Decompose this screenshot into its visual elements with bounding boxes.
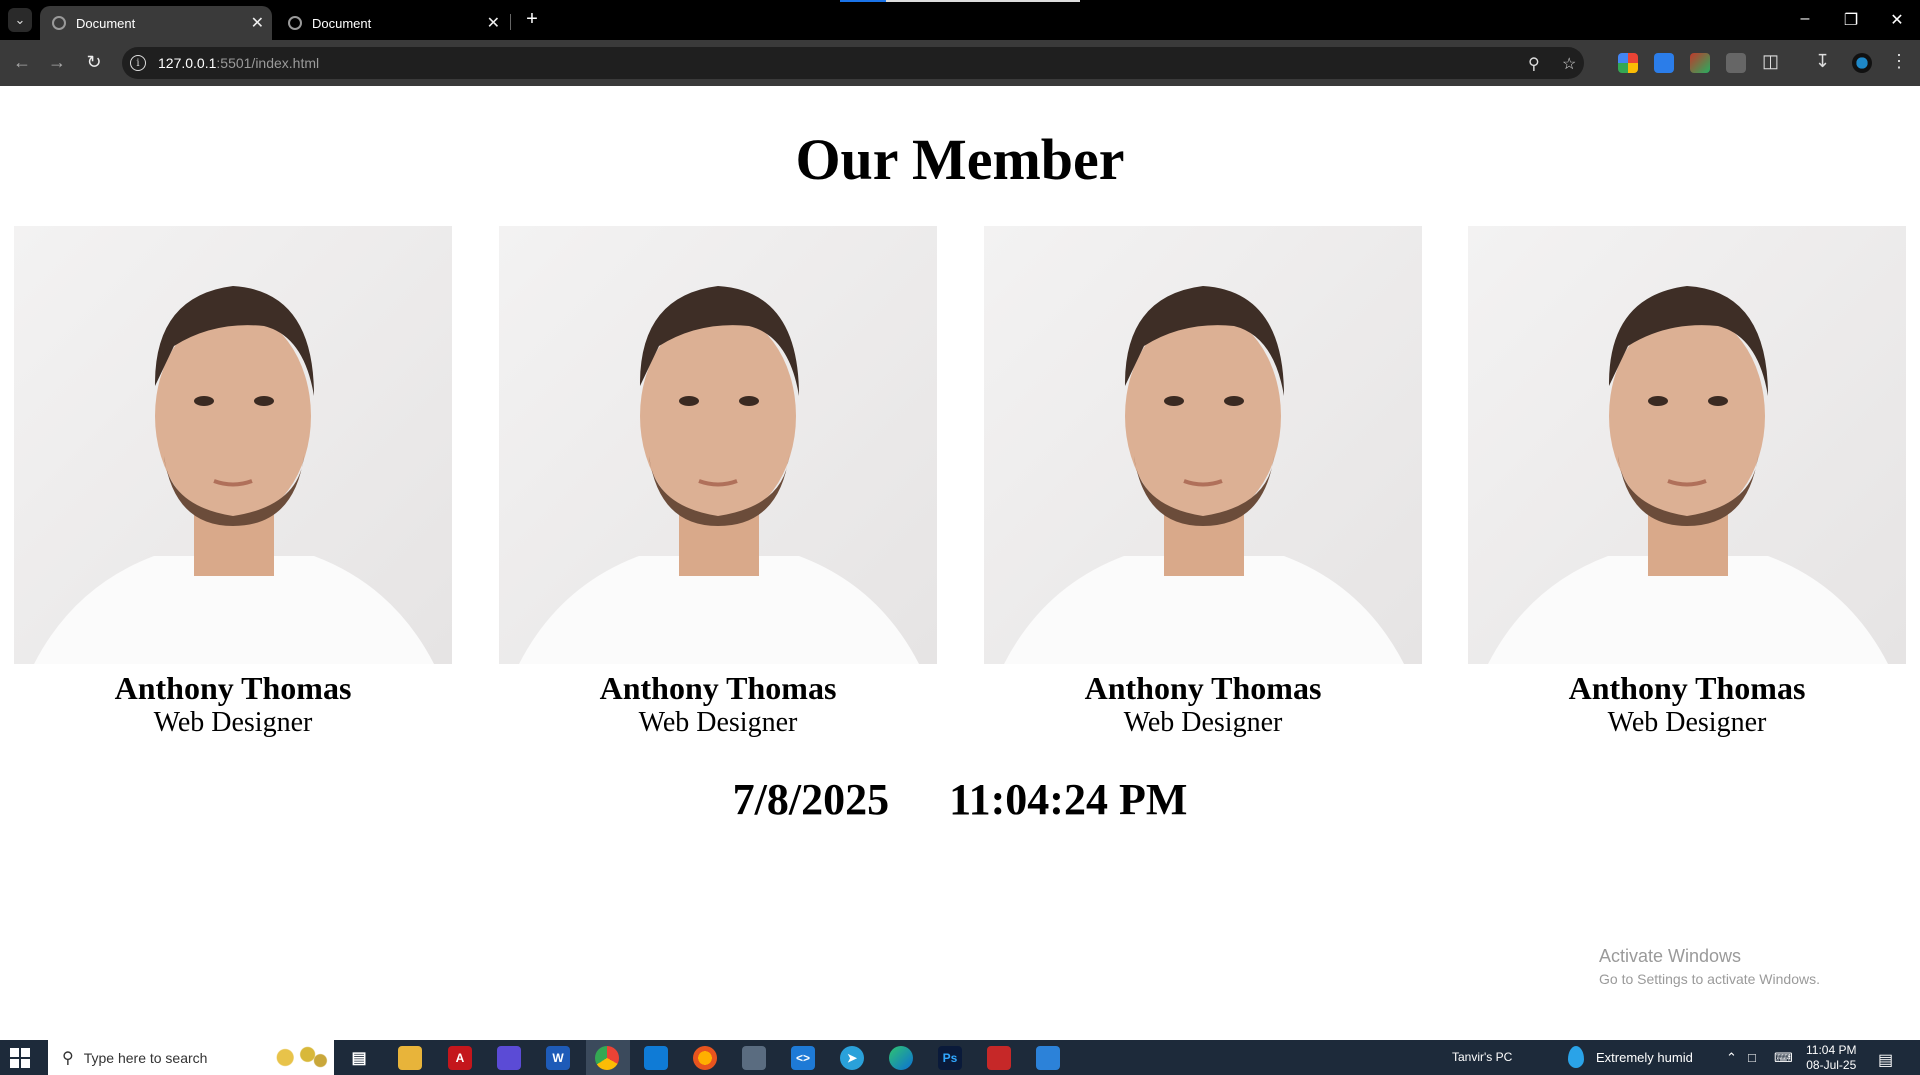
address-url[interactable]: 127.0.0.1:5501/index.html — [158, 55, 319, 71]
firefox-icon[interactable] — [693, 1046, 717, 1070]
chevron-down-icon: ⌄ — [14, 12, 26, 27]
pc-name-label: Tanvir's PC — [1452, 1050, 1513, 1064]
member-card: Anthony Thomas Web Designer — [499, 226, 937, 740]
member-name: Anthony Thomas — [599, 670, 837, 706]
photos-icon[interactable] — [1036, 1046, 1060, 1070]
task-view-icon[interactable]: ▤ — [347, 1046, 371, 1070]
edge-icon[interactable] — [889, 1046, 913, 1070]
calculator-icon[interactable] — [742, 1046, 766, 1070]
window-close-button[interactable]: ✕ — [1882, 10, 1912, 30]
url-path: :5501/index.html — [216, 55, 320, 71]
weather-drop-icon[interactable] — [1568, 1046, 1584, 1068]
profile-icon[interactable] — [1852, 53, 1872, 73]
extension-download-icon[interactable] — [1654, 53, 1674, 73]
clock-time: 11:04 PM — [1806, 1043, 1857, 1057]
file-explorer-icon[interactable] — [398, 1046, 422, 1070]
extension-camera-icon[interactable] — [1726, 53, 1746, 73]
new-tab-button[interactable]: + — [520, 8, 544, 31]
search-icon: ⚲ — [62, 1049, 74, 1067]
portrait-image — [1488, 286, 1888, 664]
member-role: Web Designer — [638, 707, 798, 738]
member-photo — [14, 226, 452, 664]
telegram-icon[interactable]: ➤ — [840, 1046, 864, 1070]
address-bar[interactable]: i 127.0.0.1:5501/index.html ⚲ ☆ — [122, 47, 1584, 79]
activate-windows-watermark: Activate Windows Go to Settings to activ… — [1599, 946, 1820, 987]
globe-icon — [52, 16, 66, 30]
member-photo — [984, 226, 1422, 664]
tab-search-button[interactable]: ⌄ — [8, 8, 32, 32]
tab-title: Document — [76, 15, 136, 31]
windows-start-icon[interactable] — [10, 1048, 30, 1068]
app-diamond-icon[interactable] — [497, 1046, 521, 1070]
member-photo — [1468, 226, 1906, 664]
forward-icon[interactable]: → — [45, 52, 69, 73]
watermark-subtitle: Go to Settings to activate Windows. — [1599, 971, 1820, 987]
loading-indicator — [840, 0, 1080, 2]
acrobat-icon[interactable]: A — [448, 1046, 472, 1070]
extension-color-icon[interactable] — [1618, 53, 1638, 73]
member-name: Anthony Thomas — [1084, 670, 1322, 706]
tab-separator — [510, 14, 511, 30]
keyboard-icon[interactable]: ⌨ — [1774, 1050, 1793, 1066]
member-name: Anthony Thomas — [114, 670, 352, 706]
site-info-icon[interactable]: i — [130, 55, 146, 71]
store-icon[interactable] — [644, 1046, 668, 1070]
extensions-puzzle-icon[interactable]: ◫ — [1762, 51, 1779, 72]
tab-document-2[interactable]: Document ✕ — [276, 6, 508, 40]
minimize-button[interactable]: – — [1790, 10, 1820, 28]
member-card: Anthony Thomas Web Designer — [1468, 226, 1906, 740]
portrait-image — [1004, 286, 1404, 664]
taskbar-clock[interactable]: 11:04 PM 08-Jul-25 — [1806, 1043, 1856, 1073]
close-icon[interactable]: ✕ — [251, 13, 264, 33]
weather-text[interactable]: Extremely humid — [1596, 1050, 1693, 1065]
reload-icon[interactable]: ↻ — [82, 52, 106, 73]
tab-document-1[interactable]: Document ✕ — [40, 6, 272, 40]
photoshop-icon[interactable]: Ps — [938, 1046, 962, 1070]
tool-icon[interactable] — [987, 1046, 1011, 1070]
download-icon[interactable]: ↧ — [1815, 51, 1830, 72]
close-icon[interactable]: ✕ — [487, 13, 500, 33]
word-icon[interactable]: W — [546, 1046, 570, 1070]
chrome-icon[interactable] — [595, 1046, 619, 1070]
browser-tabstrip: ⌄ Document ✕ Document ✕ + – ❐ ✕ — [0, 0, 1920, 40]
windows-taskbar: ⚲ Type here to search ▤ A W <> ➤ Ps Tanv… — [0, 1040, 1920, 1075]
member-name: Anthony Thomas — [1568, 670, 1806, 706]
network-icon[interactable]: □ — [1748, 1050, 1756, 1065]
taskbar-search-box[interactable]: ⚲ Type here to search — [48, 1040, 334, 1075]
vscode-icon[interactable]: <> — [791, 1046, 815, 1070]
member-role: Web Designer — [153, 707, 313, 738]
search-highlight-image — [266, 1042, 330, 1073]
member-card: Anthony Thomas Web Designer — [984, 226, 1422, 740]
tab-title: Document — [312, 15, 372, 31]
globe-icon — [288, 16, 302, 30]
current-time: 11:04:24 PM — [949, 775, 1188, 824]
bookmark-star-icon[interactable]: ☆ — [1562, 54, 1576, 74]
member-role: Web Designer — [1123, 707, 1283, 738]
portrait-image — [519, 286, 919, 664]
portrait-image — [34, 286, 434, 664]
zoom-icon[interactable]: ⚲ — [1528, 54, 1540, 74]
search-placeholder: Type here to search — [83, 1049, 208, 1066]
notifications-icon[interactable]: ▤ — [1878, 1050, 1893, 1070]
restore-button[interactable]: ❐ — [1836, 10, 1866, 30]
page-title: Our Member — [795, 127, 1125, 192]
clock-date: 08-Jul-25 — [1806, 1058, 1857, 1072]
member-card: Anthony Thomas Web Designer — [14, 226, 452, 740]
date-time-display: 7/8/2025 11:04:24 PM — [0, 774, 1920, 825]
web-page: Our Member Anthony Thomas Web Designer A… — [0, 86, 1920, 1040]
extension-colorpick-icon[interactable] — [1690, 53, 1710, 73]
url-host: 127.0.0.1 — [158, 55, 217, 71]
browser-toolbar: ← → ↻ i 127.0.0.1:5501/index.html ⚲ ☆ ◫ … — [0, 40, 1920, 86]
member-photo — [499, 226, 937, 664]
member-role: Web Designer — [1607, 707, 1767, 738]
menu-kebab-icon[interactable]: ⋮ — [1890, 51, 1908, 72]
current-date: 7/8/2025 — [732, 775, 890, 824]
watermark-title: Activate Windows — [1599, 946, 1742, 966]
back-icon[interactable]: ← — [10, 52, 34, 73]
tray-chevron-up-icon[interactable]: ⌃ — [1726, 1050, 1737, 1066]
